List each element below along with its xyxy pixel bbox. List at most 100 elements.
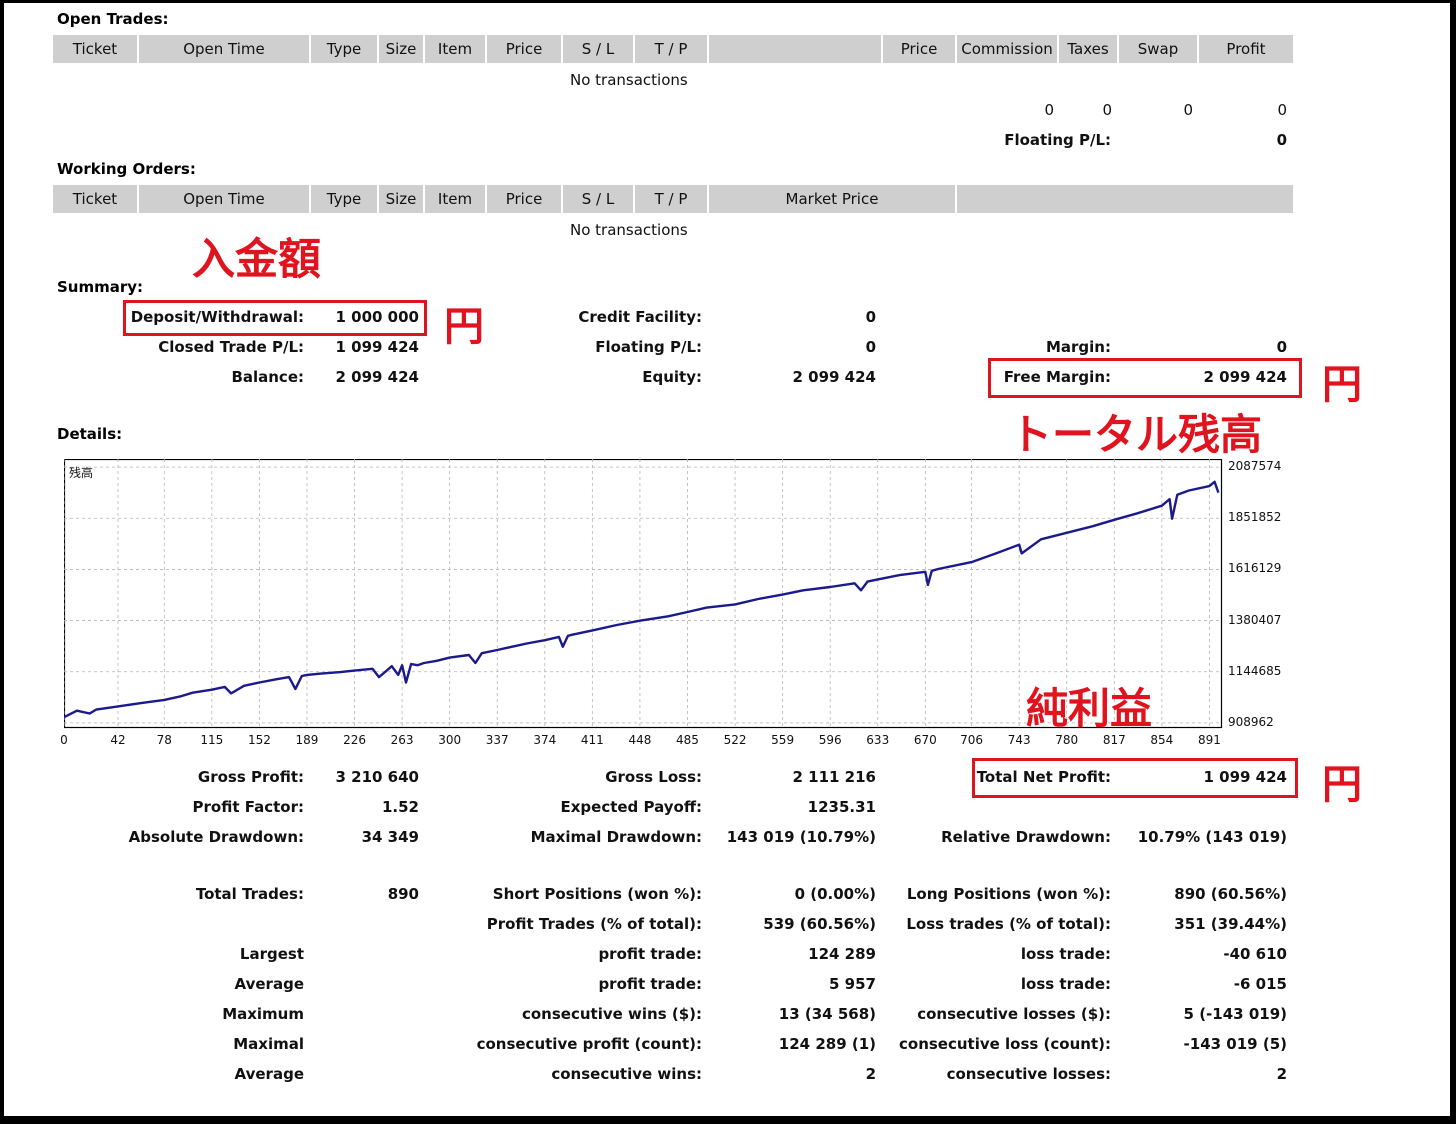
balance-label: Balance: (231, 368, 304, 386)
balance-value: 2 099 424 (335, 368, 419, 386)
y-tick-label: 1380407 (1228, 612, 1282, 627)
col-price-2[interactable]: Price (883, 35, 957, 63)
working-orders-header: Ticket Open Time Type Size Item Price S … (53, 185, 1293, 213)
margin-value: 0 (1276, 338, 1287, 356)
expected-payoff-value: 1235.31 (807, 798, 876, 816)
x-tick-label: 152 (247, 733, 271, 747)
wo-col-tp[interactable]: T / P (635, 185, 709, 213)
y-tick-label: 1851852 (1228, 510, 1282, 525)
col-open-time[interactable]: Open Time (139, 35, 311, 63)
x-tick-label: 633 (866, 733, 890, 747)
deposit-label: Deposit/Withdrawal: (130, 308, 304, 326)
summary-title: Summary: (57, 278, 144, 296)
x-tick-label: 226 (343, 733, 366, 747)
free-margin-value: 2 099 424 (1203, 368, 1287, 386)
wo-col-sl[interactable]: S / L (563, 185, 635, 213)
total-profit: 0 (1277, 101, 1287, 119)
margin-label: Margin: (1045, 338, 1111, 356)
free-margin-label: Free Margin: (1003, 368, 1111, 386)
wo-col-ticket[interactable]: Ticket (53, 185, 139, 213)
x-tick-label: 374 (533, 733, 557, 747)
max-consecutive-wins-label: consecutive wins ($): (521, 1005, 702, 1023)
col-price[interactable]: Price (487, 35, 563, 63)
total-taxes: 0 (1102, 101, 1112, 119)
x-tick-label: 559 (771, 733, 795, 747)
deposit-yen: 円 (444, 304, 484, 350)
x-tick-label: 670 (913, 733, 937, 747)
deposit-annotation: 入金額 (192, 235, 321, 285)
x-tick-label: 42 (110, 733, 126, 747)
long-positions-label: Long Positions (won %): (906, 885, 1111, 903)
loss-trades-value: 351 (39.44%) (1174, 915, 1287, 933)
summary-floating-label: Floating P/L: (595, 338, 702, 356)
x-tick-label: 448 (628, 733, 652, 747)
wo-col-size[interactable]: Size (379, 185, 425, 213)
equity-value: 2 099 424 (792, 368, 876, 386)
maximal-drawdown-label: Maximal Drawdown: (530, 828, 702, 846)
closed-pl-value: 1 099 424 (335, 338, 419, 356)
x-tick-label: 743 (1007, 733, 1031, 747)
col-taxes[interactable]: Taxes (1059, 35, 1119, 63)
x-tick-label: 78 (156, 733, 172, 747)
col-profit[interactable]: Profit (1199, 35, 1293, 63)
y-tick-label: 1144685 (1228, 663, 1282, 678)
col-commission[interactable]: Commission (957, 35, 1059, 63)
col-item[interactable]: Item (425, 35, 487, 63)
x-tick-label: 891 (1197, 733, 1221, 747)
gross-profit-label: Gross Profit: (197, 768, 304, 786)
report-page: Open Trades: Ticket Open Time Type Size … (4, 3, 1450, 1116)
average-profit-value: 5 957 (829, 975, 876, 993)
maximal-consecutive-profit-label: consecutive profit (count): (476, 1035, 702, 1053)
maximal-consecutive-loss-label: consecutive loss (count): (899, 1035, 1111, 1053)
x-tick-label: 485 (676, 733, 699, 747)
col-ticket[interactable]: Ticket (53, 35, 139, 63)
x-tick-label: 854 (1150, 733, 1174, 747)
col-type[interactable]: Type (311, 35, 379, 63)
col-swap[interactable]: Swap (1119, 35, 1199, 63)
net-profit-yen: 円 (1322, 762, 1362, 808)
average-label: Average (234, 975, 304, 993)
col-size[interactable]: Size (379, 35, 425, 63)
relative-drawdown-value: 10.79% (143 019) (1137, 828, 1287, 846)
long-positions-value: 890 (60.56%) (1174, 885, 1287, 903)
wo-col-price[interactable]: Price (487, 185, 563, 213)
largest-profit-value: 124 289 (808, 945, 876, 963)
summary-floating-value: 0 (865, 338, 876, 356)
open-trades-header: Ticket Open Time Type Size Item Price S … (53, 35, 1293, 63)
profit-trades-value: 539 (60.56%) (763, 915, 876, 933)
x-tick-label: 411 (580, 733, 604, 747)
gross-profit-value: 3 210 640 (335, 768, 419, 786)
x-tick-label: 0 (60, 733, 68, 747)
avg-consecutive-losses-value: 2 (1276, 1065, 1287, 1083)
avg-consecutive-wins-label: consecutive wins: (551, 1065, 702, 1083)
x-tick-label: 706 (960, 733, 984, 747)
absolute-drawdown-value: 34 349 (361, 828, 419, 846)
average-loss-label: loss trade: (1020, 975, 1111, 993)
short-positions-value: 0 (0.00%) (794, 885, 876, 903)
y-tick-label: 1616129 (1228, 561, 1282, 576)
net-profit-label: Total Net Profit: (976, 768, 1111, 786)
max-consecutive-wins-value: 13 (34 568) (778, 1005, 876, 1023)
wo-col-type[interactable]: Type (311, 185, 379, 213)
maximal-label: Maximal (233, 1035, 304, 1053)
working-orders-empty: No transactions (570, 221, 688, 239)
deposit-value: 1 000 000 (335, 308, 419, 326)
largest-loss-label: loss trade: (1020, 945, 1111, 963)
expected-payoff-label: Expected Payoff: (560, 798, 702, 816)
net-profit-value: 1 099 424 (1203, 768, 1287, 786)
total-balance-annotation: トータル残高 (1010, 410, 1263, 459)
maximal-consecutive-loss-value: -143 019 (5) (1183, 1035, 1287, 1053)
wo-col-open-time[interactable]: Open Time (139, 185, 311, 213)
avg-consecutive-losses-label: consecutive losses: (946, 1065, 1111, 1083)
absolute-drawdown-label: Absolute Drawdown: (128, 828, 304, 846)
x-tick-label: 189 (295, 733, 319, 747)
total-trades-value: 890 (387, 885, 419, 903)
x-tick-label: 596 (818, 733, 842, 747)
wo-col-item[interactable]: Item (425, 185, 487, 213)
wo-col-market-price[interactable]: Market Price (709, 185, 957, 213)
col-tp[interactable]: T / P (635, 35, 709, 63)
short-positions-label: Short Positions (won %): (492, 885, 702, 903)
profit-factor-value: 1.52 (381, 798, 419, 816)
y-tick-label: 2087574 (1228, 459, 1282, 474)
col-sl[interactable]: S / L (563, 35, 635, 63)
